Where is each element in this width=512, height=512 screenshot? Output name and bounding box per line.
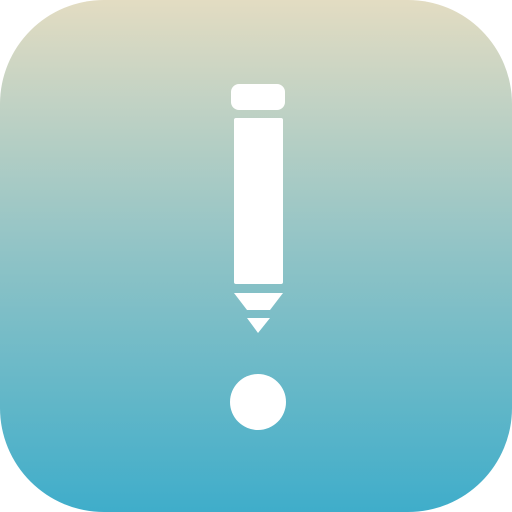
pencil-exclamation-icon	[0, 0, 512, 512]
exclamation-dot	[230, 374, 286, 430]
pencil-eraser	[231, 84, 285, 110]
pencil-shape	[231, 84, 285, 333]
pencil-body	[234, 118, 283, 284]
app-icon[interactable]	[0, 0, 512, 512]
